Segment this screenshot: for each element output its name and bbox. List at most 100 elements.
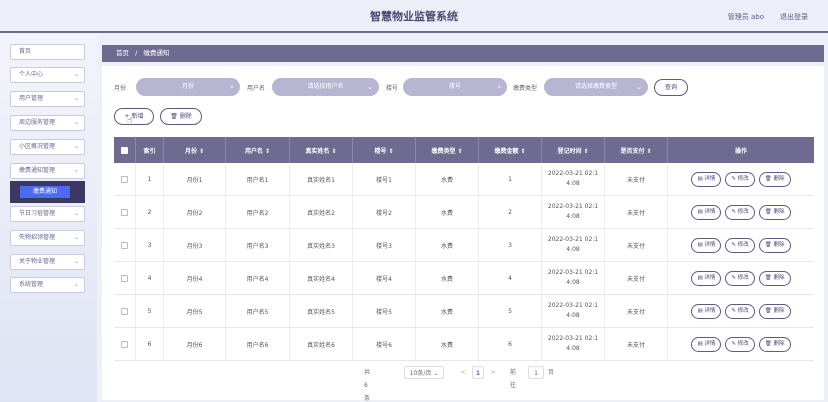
cell-building: 楼号2	[353, 196, 416, 228]
table-row: 6 月份6 用户名6 真实姓名6 楼号6 水费 6 2022-03-21 02:1 4:08 未支…	[114, 328, 814, 361]
row-select-cell	[114, 229, 136, 261]
page-number-1[interactable]: 1	[472, 366, 484, 379]
breadcrumb-home[interactable]: 首页	[116, 49, 129, 57]
trash-icon: 🗑	[764, 340, 772, 347]
delete-button[interactable]: 🗑 删除	[758, 303, 791, 319]
cell-time: 2022-03-21 02:1 4:08	[542, 229, 605, 261]
header-month[interactable]: 月份 ⇕	[164, 137, 226, 163]
sidebar-item-festival[interactable]: 节日习俗管理 ⌄	[10, 206, 85, 222]
row-checkbox[interactable]	[121, 274, 128, 282]
cell-month: 月份1	[164, 163, 226, 195]
sidebar-item-services[interactable]: 周边服务管理 ⌄	[10, 115, 85, 131]
building-input[interactable]: 楼号 ⌕	[403, 78, 507, 96]
sidebar-item-lost-found[interactable]: 失物招领管理 ⌄	[10, 230, 85, 246]
submenu-item-payment-notice[interactable]: 缴费通知	[20, 186, 70, 198]
username-select[interactable]: 请选择用户名 ⌄	[272, 78, 379, 96]
detail-button[interactable]: ▤ 详情	[691, 303, 722, 319]
cell-time: 2022-03-21 02:1 4:08	[542, 262, 605, 294]
header-feetype[interactable]: 缴费类型 ⇕	[416, 137, 479, 163]
sidebar-item-payment-notice[interactable]: 缴费通知管理 ⌄	[10, 163, 85, 179]
edit-label: 修改	[737, 175, 749, 182]
cell-month: 月份2	[164, 196, 226, 228]
row-checkbox[interactable]	[121, 307, 128, 315]
row-checkbox[interactable]	[121, 175, 128, 183]
delete-button[interactable]: 🗑 删除	[758, 270, 791, 286]
batch-delete-button[interactable]: 🗑 删除	[160, 108, 202, 125]
detail-button[interactable]: ▤ 详情	[691, 237, 722, 253]
next-page-button[interactable]: >	[488, 366, 498, 379]
delete-button[interactable]: 🗑 删除	[758, 204, 791, 220]
cell-actions: ▤ 详情 ✎ 修改 🗑 删除	[668, 163, 814, 195]
edit-icon: ✎	[731, 307, 737, 314]
row-select-cell	[114, 262, 136, 294]
add-button[interactable]: + 新增	[114, 108, 154, 125]
edit-label: 修改	[737, 208, 749, 215]
detail-button[interactable]: ▤ 详情	[691, 336, 722, 352]
header-realname[interactable]: 真实姓名 ⇕	[290, 137, 353, 163]
chevron-down-icon: ⌄	[73, 210, 79, 217]
detail-button[interactable]: ▤ 详情	[691, 204, 722, 220]
row-checkbox[interactable]	[121, 340, 128, 348]
edit-label: 修改	[737, 274, 749, 281]
goto-page-input[interactable]: 1	[528, 366, 544, 379]
edit-button[interactable]: ✎ 修改	[725, 204, 755, 220]
header-username[interactable]: 用户名 ⇕	[226, 137, 290, 163]
header-building[interactable]: 楼号 ⇕	[353, 137, 416, 163]
edit-button[interactable]: ✎ 修改	[725, 237, 755, 253]
sidebar-item-profile[interactable]: 个人中心 ⌄	[10, 67, 85, 83]
trash-icon: 🗑	[764, 274, 772, 281]
select-all-checkbox[interactable]	[121, 146, 128, 154]
delete-label: 删除	[773, 307, 785, 314]
cell-index: 6	[136, 328, 164, 360]
detail-button[interactable]: ▤ 详情	[691, 171, 722, 187]
row-checkbox[interactable]	[121, 208, 128, 216]
cell-paid: 未支付	[605, 295, 668, 327]
document-icon: ▤	[697, 208, 703, 215]
username-placeholder: 请选择用户名	[307, 83, 344, 90]
detail-label: 详情	[704, 175, 716, 182]
cell-month: 月份3	[164, 229, 226, 261]
sidebar-item-label: 个人中心	[19, 71, 44, 78]
time-line-1: 2022-03-21 02:1	[547, 335, 599, 342]
feetype-select[interactable]: 请选择缴费类型 ⌄	[544, 78, 648, 96]
edit-button[interactable]: ✎ 修改	[725, 303, 755, 319]
chevron-down-icon: ⌄	[73, 71, 79, 78]
building-label: 楼号	[386, 85, 399, 92]
sidebar-item-about[interactable]: 关于物业管理 ⌄	[10, 254, 85, 270]
page-size-select[interactable]: 10条/页 ⌄	[404, 366, 444, 379]
cell-username: 用户名3	[226, 229, 290, 261]
cell-building: 楼号4	[353, 262, 416, 294]
month-input[interactable]: 月份 ⌕	[136, 78, 240, 96]
sidebar-item-users[interactable]: 用户管理 ⌄	[10, 91, 85, 107]
delete-button[interactable]: 🗑 删除	[758, 171, 791, 187]
detail-label: 详情	[704, 340, 716, 347]
delete-button[interactable]: 🗑 删除	[758, 237, 791, 253]
edit-icon: ✎	[731, 175, 737, 182]
header-paid[interactable]: 是否支付 ⇕	[605, 137, 668, 163]
time-line-2: 4:08	[566, 312, 580, 319]
detail-button[interactable]: ▤ 详情	[691, 270, 722, 286]
edit-button[interactable]: ✎ 修改	[725, 171, 755, 187]
row-checkbox[interactable]	[121, 241, 128, 249]
header-select-all-cell	[114, 137, 136, 163]
trash-icon: 🗑	[764, 241, 772, 248]
query-button[interactable]: 查询	[654, 79, 688, 96]
edit-icon: ✎	[731, 274, 737, 281]
edit-button[interactable]: ✎ 修改	[725, 336, 755, 352]
sidebar-item-label: 周边服务管理	[19, 119, 56, 126]
chevron-down-icon: ⌄	[73, 95, 79, 102]
sidebar-item-home[interactable]: 首页	[10, 44, 85, 60]
time-line-2: 4:08	[566, 279, 580, 286]
cell-realname: 真实姓名1	[290, 163, 353, 195]
sidebar-item-system[interactable]: 系统管理 ⌄	[10, 277, 85, 293]
header-time[interactable]: 登记时间 ⇕	[542, 137, 605, 163]
building-placeholder: 楼号	[448, 83, 461, 90]
prev-page-button[interactable]: <	[458, 366, 468, 379]
edit-button[interactable]: ✎ 修改	[725, 270, 755, 286]
logout-link[interactable]: 退出登录	[780, 12, 808, 22]
delete-button[interactable]: 🗑 删除	[758, 336, 791, 352]
edit-icon: ✎	[731, 340, 737, 347]
cell-amount: 3	[479, 229, 542, 261]
sidebar-item-community[interactable]: 小区概况管理 ⌄	[10, 139, 85, 155]
header-amount[interactable]: 缴费金额 ⇕	[479, 137, 542, 163]
